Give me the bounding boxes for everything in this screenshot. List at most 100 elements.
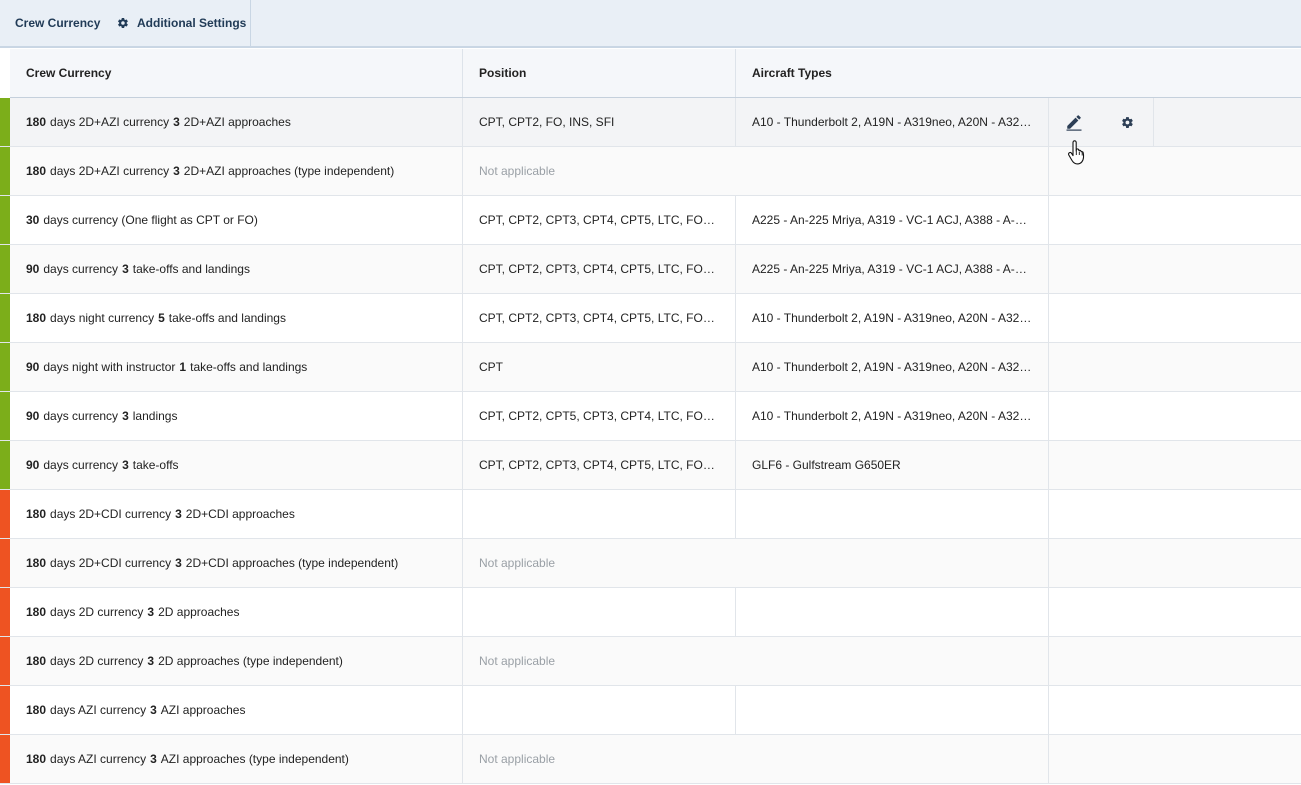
edit-button[interactable] [1064, 112, 1084, 132]
position-value: CPT, CPT2, FO, INS, SFI [479, 115, 615, 129]
period-value: 90 [26, 262, 40, 276]
currency-name-cell: 180 days AZI currency 3 AZI approaches [10, 686, 463, 734]
status-indicator [0, 245, 10, 293]
status-indicator [0, 147, 10, 195]
currency-description: days 2D+AZI currency [50, 115, 170, 129]
period-value: 90 [26, 360, 40, 374]
period-value: 180 [26, 311, 47, 325]
currency-description: days 2D+CDI currency [50, 507, 172, 521]
currency-requirement: 2D+CDI approaches (type independent) [185, 556, 399, 570]
table-row[interactable]: 180 days 2D+CDI currency 3 2D+CDI approache… [0, 539, 1301, 588]
count-value: 3 [175, 556, 182, 570]
table-row[interactable]: 30 days currency (One flight as CPT or FO… [0, 196, 1301, 245]
row-settings-button[interactable] [1117, 112, 1137, 132]
table-row[interactable]: 180 days AZI currency 3 AZI approaches (typ… [0, 735, 1301, 784]
position-cell [463, 588, 736, 636]
table-row[interactable]: 180 days 2D+CDI currency 3 2D+CDI approache… [0, 490, 1301, 539]
aircraft-types-cell [736, 490, 1049, 538]
count-value: 3 [122, 409, 129, 423]
column-header-aircraft-types[interactable]: Aircraft Types [736, 49, 1301, 97]
aircraft-types-cell: A10 - Thunderbolt 2, A19N - A319neo, A20… [736, 98, 1049, 146]
table-row[interactable]: 90 days currency 3 take-offs and landings CP… [0, 245, 1301, 294]
currency-description: days 2D currency [50, 654, 144, 668]
currency-requirement: 2D+AZI approaches (type independent) [183, 164, 395, 178]
aircraft-types-cell: A225 - An-225 Mriya, A319 - VC-1 ACJ, A3… [736, 245, 1049, 293]
status-indicator [0, 588, 10, 636]
tab-crew-currency[interactable]: Crew Currency [0, 0, 106, 46]
position-cell: CPT, CPT2, CPT3, CPT4, CPT5, LTC, FO, SP… [463, 441, 736, 489]
position-value: CPT, CPT2, CPT3, CPT4, CPT5, LTC, FO, SP… [479, 213, 717, 227]
tab-additional-settings-label: Additional Settings [137, 16, 247, 30]
currency-description: days 2D+CDI currency [50, 556, 172, 570]
status-indicator [0, 637, 10, 685]
column-header-position[interactable]: Position [463, 49, 736, 97]
currency-name-cell: 180 days 2D currency 3 2D approaches [10, 588, 463, 636]
aircraft-types-value: A10 - Thunderbolt 2, A19N - A319neo, A20… [752, 409, 1032, 423]
position-cell [463, 686, 736, 734]
currency-description: days night with instructor [43, 360, 176, 374]
position-cell: CPT, CPT2, CPT3, CPT4, CPT5, LTC, FO, SP… [463, 294, 736, 342]
currency-requirement: take-offs [132, 458, 179, 472]
status-indicator [0, 98, 10, 146]
count-value: 3 [173, 115, 180, 129]
table-row[interactable]: 180 days night currency 5 take-offs and lan… [0, 294, 1301, 343]
table-row[interactable]: 90 days currency 3 landings CPT, CPT2, CPT5,… [0, 392, 1301, 441]
table-row[interactable]: 180 days 2D currency 3 2D approaches (type … [0, 637, 1301, 686]
period-value: 30 [26, 213, 40, 227]
status-indicator [0, 686, 10, 734]
tab-crew-currency-label: Crew Currency [15, 16, 101, 30]
period-value: 180 [26, 507, 47, 521]
table-row[interactable]: 90 days currency 3 take-offs CPT, CPT2, CPT3… [0, 441, 1301, 490]
count-value: 3 [147, 605, 155, 619]
crew-currency-table: Crew Currency Position Aircraft Types 18… [0, 49, 1301, 784]
period-value: 180 [26, 654, 47, 668]
tab-additional-settings[interactable]: Additional Settings [106, 0, 251, 46]
period-value: 180 [26, 556, 47, 570]
gear-icon [1121, 116, 1133, 128]
table-row[interactable]: 180 days 2D+AZI currency 3 2D+AZI approache… [0, 98, 1301, 147]
position-value: CPT [479, 360, 503, 374]
status-indicator [0, 343, 10, 391]
status-indicator [0, 196, 10, 244]
aircraft-types-cell [736, 686, 1049, 734]
status-indicator [0, 735, 10, 783]
table-body: 180 days 2D+AZI currency 3 2D+AZI approache… [0, 98, 1301, 784]
not-applicable-cell: Not applicable [463, 539, 1049, 587]
currency-description: days currency (One flight as CPT or FO) [43, 213, 258, 227]
currency-name-cell: 180 days 2D+AZI currency 3 2D+AZI approache… [10, 98, 463, 146]
aircraft-types-cell: GLF6 - Gulfstream G650ER [736, 441, 1049, 489]
currency-name-cell: 180 days AZI currency 3 AZI approaches (typ… [10, 735, 463, 783]
tab-bar: Crew Currency Additional Settings [0, 0, 1301, 48]
count-value: 3 [175, 507, 182, 521]
currency-name-cell: 30 days currency (One flight as CPT or FO… [10, 196, 463, 244]
period-value: 90 [26, 458, 40, 472]
aircraft-types-value: A225 - An-225 Mriya, A319 - VC-1 ACJ, A3… [752, 213, 1032, 227]
period-value: 180 [26, 752, 47, 766]
currency-name-cell: 90 days currency 3 landings [10, 392, 463, 440]
row-actions [1049, 98, 1154, 146]
currency-name-cell: 90 days night with instructor 1 take-offs a… [10, 343, 463, 391]
currency-name-cell: 90 days currency 3 take-offs and landings [10, 245, 463, 293]
table-row[interactable]: 180 days AZI currency 3 AZI approaches [0, 686, 1301, 735]
count-value: 5 [158, 311, 165, 325]
position-cell: CPT, CPT2, FO, INS, SFI [463, 98, 736, 146]
count-value: 3 [122, 458, 129, 472]
currency-requirement: 2D+AZI approaches [183, 115, 291, 129]
table-row[interactable]: 180 days 2D currency 3 2D approaches [0, 588, 1301, 637]
count-value: 3 [122, 262, 129, 276]
aircraft-types-cell: A10 - Thunderbolt 2, A19N - A319neo, A20… [736, 294, 1049, 342]
count-value: 3 [173, 164, 180, 178]
count-value: 3 [147, 654, 155, 668]
status-indicator [0, 539, 10, 587]
column-header-crew-currency[interactable]: Crew Currency [10, 49, 463, 97]
status-indicator [0, 294, 10, 342]
currency-requirement: take-offs and landings [168, 311, 286, 325]
table-header: Crew Currency Position Aircraft Types [10, 49, 1301, 98]
table-row[interactable]: 90 days night with instructor 1 take-offs a… [0, 343, 1301, 392]
position-value: CPT, CPT2, CPT3, CPT4, CPT5, LTC, FO, SP… [479, 311, 717, 325]
table-row[interactable]: 180 days 2D+AZI currency 3 2D+AZI approache… [0, 147, 1301, 196]
not-applicable-cell: Not applicable [463, 637, 1049, 685]
currency-description: days 2D+AZI currency [50, 164, 170, 178]
currency-description: days currency [43, 409, 119, 423]
currency-requirement: landings [132, 409, 178, 423]
